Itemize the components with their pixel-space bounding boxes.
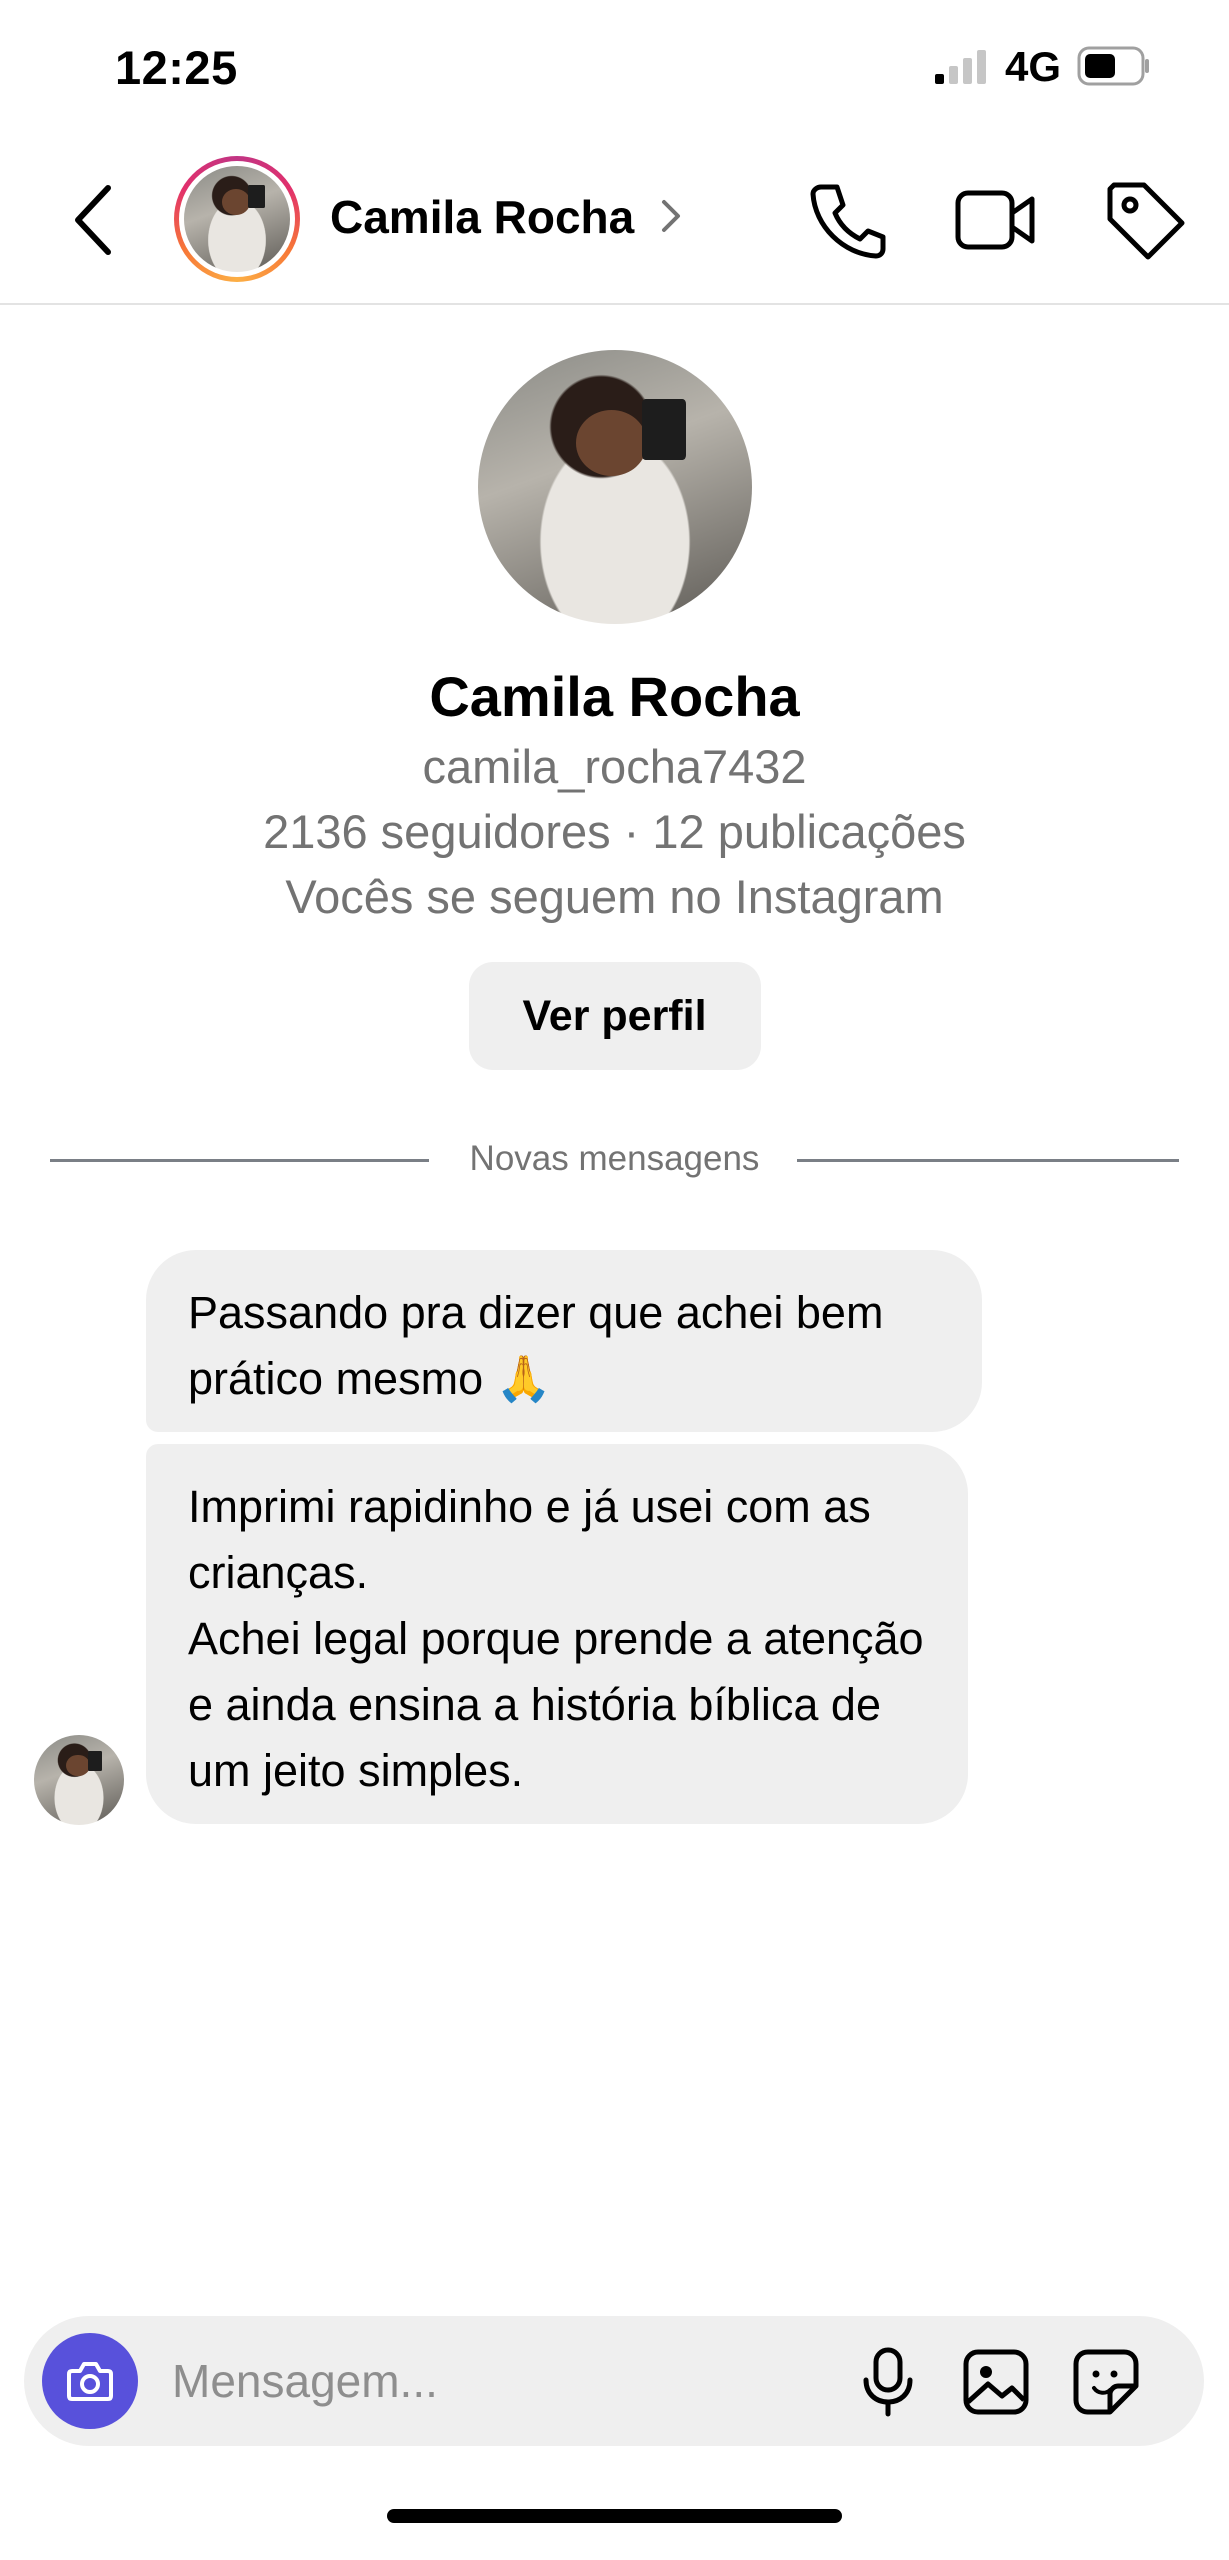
status-bar: 12:25 4G: [0, 0, 1229, 130]
signal-strength-icon: [935, 50, 986, 84]
new-messages-divider: Novas mensagens: [50, 1135, 1179, 1185]
profile-avatar[interactable]: [477, 350, 752, 624]
header-avatar[interactable]: [174, 156, 300, 282]
chevron-right-icon[interactable]: [660, 198, 682, 234]
profile-name: Camila Rocha: [429, 665, 800, 728]
view-profile-button[interactable]: Ver perfil: [468, 962, 761, 1070]
network-type: 4G: [1005, 43, 1062, 90]
message-input[interactable]: [172, 2341, 832, 2421]
message-composer: [24, 2316, 1204, 2446]
contact-name[interactable]: Camila Rocha: [330, 190, 634, 244]
mutual-follow-note: Vocês se seguem no Instagram: [285, 870, 944, 923]
message-bubble[interactable]: Imprimi rapidinho e já usei com as crian…: [146, 1444, 968, 1824]
battery-icon: [1077, 46, 1149, 86]
avatar-image: [477, 350, 752, 624]
home-indicator: [387, 2509, 842, 2523]
avatar-image: [184, 166, 290, 272]
tag-icon[interactable]: [1100, 175, 1190, 265]
camera-icon: [67, 2362, 113, 2401]
chat-header: Camila Rocha: [0, 140, 1229, 305]
microphone-icon[interactable]: [850, 2344, 926, 2420]
message-bubble[interactable]: Passando pra dizer que achei bem prático…: [146, 1250, 982, 1432]
sticker-icon[interactable]: [1068, 2344, 1144, 2420]
avatar-image: [34, 1735, 124, 1825]
divider-line: [797, 1159, 1179, 1162]
video-camera-icon[interactable]: [950, 175, 1040, 265]
image-icon[interactable]: [958, 2344, 1034, 2420]
status-time: 12:25: [115, 41, 238, 94]
profile-card: Camila Rocha camila_rocha7432 2136 segui…: [0, 350, 1229, 1070]
chevron-left-icon[interactable]: [70, 180, 120, 260]
phone-icon[interactable]: [803, 175, 893, 265]
profile-stats: 2136 seguidores · 12 publicações: [263, 805, 966, 858]
profile-username: camila_rocha7432: [422, 740, 807, 793]
camera-button[interactable]: [42, 2333, 138, 2429]
sender-avatar[interactable]: [34, 1735, 124, 1825]
